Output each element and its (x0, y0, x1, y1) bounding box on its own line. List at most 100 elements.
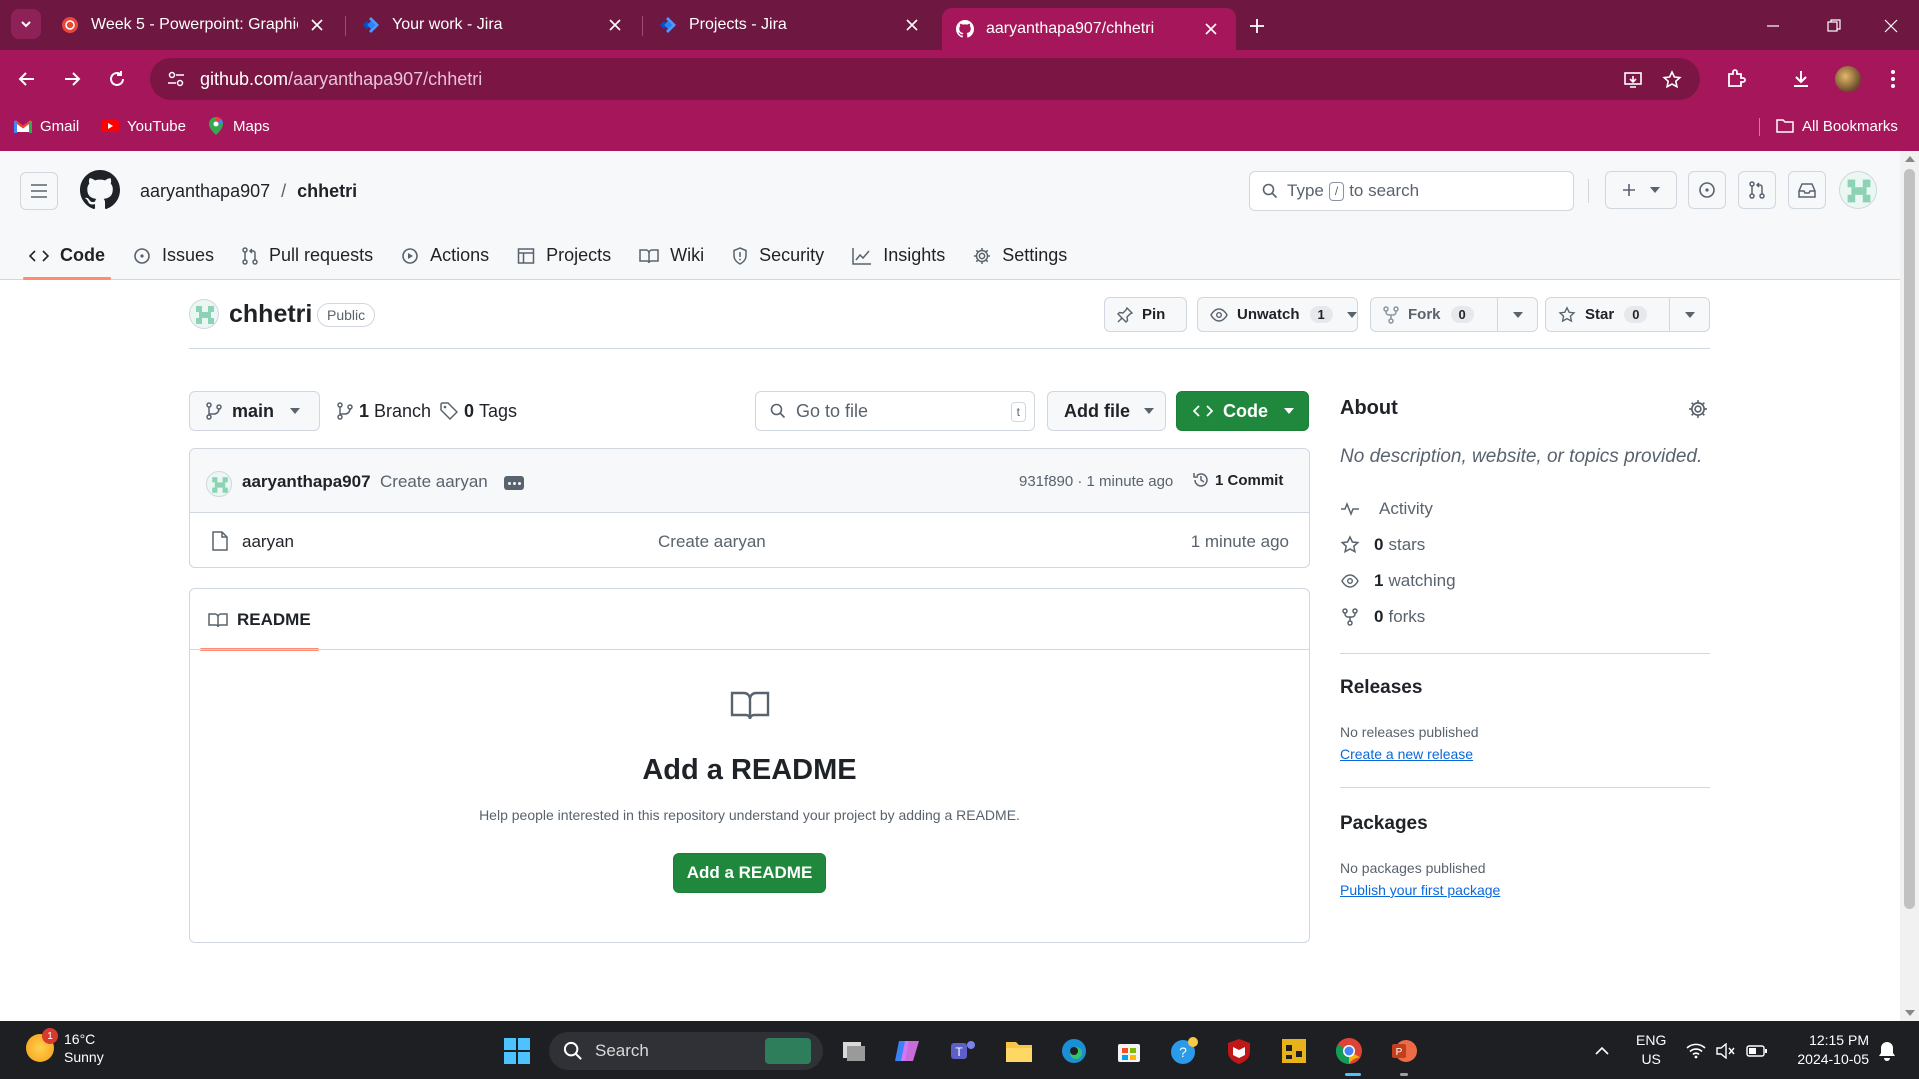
bookmark-maps[interactable]: Maps (207, 114, 270, 138)
notifications-button[interactable] (1871, 1035, 1903, 1067)
close-tab-icon[interactable] (604, 14, 626, 36)
pull-requests-shortcut-button[interactable] (1738, 171, 1776, 209)
powerpoint-app[interactable]: P (1388, 1035, 1420, 1067)
commits-link[interactable]: 1 Commit (1192, 471, 1283, 489)
branch-select-button[interactable]: main (189, 391, 320, 431)
nav-settings[interactable]: Settings (959, 231, 1081, 280)
mcafee-app[interactable] (1223, 1035, 1255, 1067)
wifi-status[interactable] (1680, 1035, 1712, 1067)
bookmark-star-icon[interactable] (1659, 67, 1685, 93)
unwatch-button[interactable]: Unwatch 1 (1197, 297, 1358, 332)
owner-link[interactable]: aaryanthapa907 (140, 181, 270, 202)
tags-link[interactable]: 0 Tags (440, 391, 517, 431)
commit-author[interactable]: aaryanthapa907 (242, 472, 371, 492)
github-search-input[interactable]: Type / to search (1249, 171, 1574, 211)
taskbar-search[interactable]: Search (549, 1032, 823, 1070)
publish-package-link[interactable]: Publish your first package (1340, 882, 1500, 898)
file-explorer-app[interactable] (1003, 1035, 1035, 1067)
nav-wiki[interactable]: Wiki (625, 231, 718, 280)
store-app[interactable] (1113, 1035, 1145, 1067)
tab-powerpoint[interactable]: Week 5 - Powerpoint: Graphical (47, 8, 342, 42)
edge-app[interactable] (1058, 1035, 1090, 1067)
nav-projects[interactable]: Projects (503, 231, 625, 280)
downloads-button[interactable] (1786, 64, 1816, 94)
scrollbar-thumb[interactable] (1904, 169, 1915, 909)
ellipsis-icon[interactable] (504, 476, 524, 490)
tab-jira-projects[interactable]: Projects - Jira (645, 8, 937, 42)
go-to-file-input[interactable]: Go to file t (755, 391, 1035, 431)
volume-status[interactable] (1710, 1035, 1742, 1067)
stat-stars[interactable]: 0 stars (1340, 533, 1425, 557)
close-tab-icon[interactable] (1200, 18, 1222, 40)
reload-button[interactable] (102, 64, 132, 94)
minimize-button[interactable] (1759, 12, 1787, 40)
repo-owner-avatar[interactable] (189, 299, 219, 329)
system-clock[interactable]: 12:15 PM 2024-10-05 (1787, 1031, 1869, 1069)
repo-title[interactable]: chhetri (229, 297, 312, 331)
browser-menu-button[interactable] (1878, 64, 1908, 94)
star-dropdown[interactable] (1669, 298, 1709, 331)
task-view-button[interactable] (838, 1035, 870, 1067)
releases-title[interactable]: Releases (1340, 677, 1422, 699)
show-hidden-icons-button[interactable] (1586, 1035, 1618, 1067)
close-tab-icon[interactable] (306, 14, 328, 36)
tab-jira-work[interactable]: Your work - Jira (348, 8, 640, 42)
issues-shortcut-button[interactable] (1688, 171, 1726, 209)
packages-title[interactable]: Packages (1340, 813, 1428, 835)
scroll-up-arrow-icon[interactable] (1905, 156, 1915, 162)
get-help-app[interactable]: ? (1168, 1035, 1200, 1067)
global-nav-menu-button[interactable] (20, 172, 58, 210)
address-bar[interactable]: github.com/aaryanthapa907/chhetri (150, 58, 1700, 100)
restore-button[interactable] (1820, 12, 1848, 40)
copilot-app[interactable] (891, 1035, 923, 1067)
stat-forks[interactable]: 0 forks (1340, 605, 1425, 629)
install-app-icon[interactable] (1620, 67, 1646, 93)
nav-issues[interactable]: Issues (119, 231, 228, 280)
site-info-icon[interactable] (164, 67, 188, 91)
fork-button[interactable]: Fork 0 (1370, 297, 1538, 332)
commit-sha-time[interactable]: 931f890 · 1 minute ago (1019, 473, 1173, 490)
scroll-down-arrow-icon[interactable] (1905, 1010, 1915, 1016)
nav-actions[interactable]: Actions (387, 231, 503, 280)
stat-watching[interactable]: 1 watching (1340, 569, 1456, 593)
extensions-button[interactable] (1721, 64, 1751, 94)
chrome-app[interactable] (1333, 1035, 1365, 1067)
close-tab-icon[interactable] (901, 14, 923, 36)
battery-status[interactable] (1741, 1035, 1773, 1067)
teams-app[interactable]: T (947, 1035, 979, 1067)
windows-start-button[interactable] (501, 1035, 533, 1067)
add-readme-button[interactable]: Add a README (673, 853, 826, 893)
star-button[interactable]: Star 0 (1545, 297, 1710, 332)
pin-button[interactable]: Pin (1104, 297, 1187, 332)
close-window-button[interactable] (1877, 12, 1905, 40)
file-row[interactable]: aaryan Create aaryan 1 minute ago (190, 514, 1309, 567)
forward-button[interactable] (57, 64, 87, 94)
code-dropdown-button[interactable]: Code (1176, 391, 1309, 431)
create-new-button[interactable] (1605, 171, 1677, 209)
all-bookmarks-button[interactable]: All Bookmarks (1776, 114, 1898, 138)
repo-link[interactable]: chhetri (297, 181, 357, 202)
profile-button[interactable] (1833, 64, 1863, 94)
github-logo-icon[interactable] (80, 170, 120, 210)
inbox-button[interactable] (1788, 171, 1826, 209)
user-avatar[interactable] (1839, 171, 1877, 209)
branches-link[interactable]: 1 Branch (337, 391, 431, 431)
nav-insights[interactable]: Insights (838, 231, 959, 280)
nav-security[interactable]: Security (718, 231, 838, 280)
page-scrollbar[interactable] (1900, 151, 1919, 1021)
commit-author-avatar[interactable] (206, 471, 232, 497)
commit-message[interactable]: Create aaryan (380, 472, 488, 492)
file-commit-message[interactable]: Create aaryan (658, 532, 766, 552)
nav-pull-requests[interactable]: Pull requests (228, 231, 387, 280)
nav-code[interactable]: Code (15, 231, 119, 280)
weather-widget[interactable]: 1 16°C Sunny (26, 1028, 104, 1066)
tab-search-button[interactable] (11, 9, 41, 39)
edit-about-gear-icon[interactable] (1688, 399, 1708, 419)
input-language[interactable]: ENG US (1636, 1031, 1666, 1069)
readme-tab[interactable]: README (200, 589, 319, 651)
stat-activity[interactable]: Activity (1340, 497, 1433, 521)
game-app[interactable] (1278, 1035, 1310, 1067)
bookmark-youtube[interactable]: YouTube (101, 114, 186, 138)
file-name[interactable]: aaryan (242, 532, 294, 552)
tab-github-repo[interactable]: aaryanthapa907/chhetri (942, 8, 1236, 50)
